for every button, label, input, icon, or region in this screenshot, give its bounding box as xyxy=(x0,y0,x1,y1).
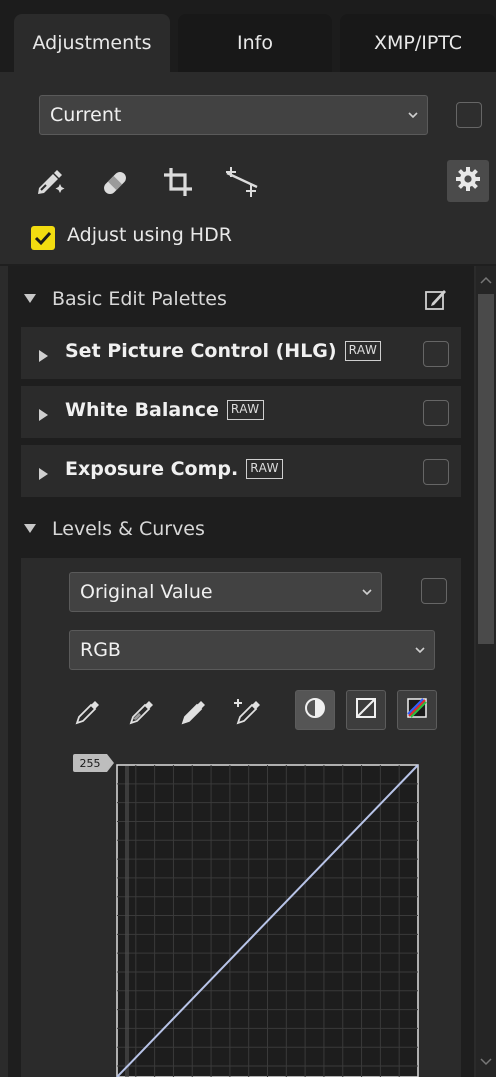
palette-white-balance[interactable]: White Balance RAW xyxy=(21,386,461,438)
palette-checkbox[interactable] xyxy=(423,400,449,426)
triangle-right-icon xyxy=(39,406,49,425)
color-curve-icon xyxy=(405,696,429,724)
contrast-icon xyxy=(303,696,327,724)
triangle-down-icon xyxy=(24,294,38,304)
levels-mode-dropdown[interactable]: Original Value xyxy=(69,572,382,612)
vertical-scrollbar[interactable] xyxy=(476,266,496,1077)
color-curve-view-button[interactable] xyxy=(397,690,437,730)
gear-icon xyxy=(455,166,481,196)
raw-badge: RAW xyxy=(246,459,283,479)
contrast-view-button[interactable] xyxy=(295,690,335,730)
edit-palettes-icon[interactable] xyxy=(424,287,448,316)
triangle-down-icon xyxy=(24,524,38,534)
levels-mode-value: Original Value xyxy=(80,581,213,603)
palette-title: White Balance xyxy=(65,399,219,421)
preset-value: Current xyxy=(50,104,122,126)
palette-title: Exposure Comp. xyxy=(65,458,239,480)
linear-curve-icon xyxy=(354,696,378,724)
black-point-eyedropper-icon[interactable] xyxy=(68,692,108,732)
tab-xmp-iptc[interactable]: XMP/IPTC xyxy=(340,14,496,72)
raw-badge: RAW xyxy=(226,400,264,420)
scroll-up-icon[interactable] xyxy=(479,270,493,289)
hdr-checkbox[interactable] xyxy=(31,226,55,250)
scroll-thumb[interactable] xyxy=(478,294,494,644)
chevron-down-icon xyxy=(400,100,426,130)
raw-badge: RAW xyxy=(344,341,382,361)
palette-set-picture-control[interactable]: Set Picture Control (HLG) RAW xyxy=(21,327,461,379)
add-anchor-eyedropper-icon[interactable] xyxy=(228,692,268,732)
section-basic-edit-palettes[interactable]: Basic Edit Palettes xyxy=(8,274,474,324)
levels-checkbox[interactable] xyxy=(421,578,447,604)
palette-checkbox[interactable] xyxy=(423,459,449,485)
tab-bar: Adjustments Info XMP/IPTC xyxy=(0,0,496,72)
palette-checkbox[interactable] xyxy=(423,341,449,367)
straighten-icon[interactable] xyxy=(222,164,262,200)
palette-title: Set Picture Control (HLG) xyxy=(65,340,337,362)
settings-button[interactable] xyxy=(447,160,489,202)
crop-icon[interactable] xyxy=(160,164,196,200)
hdr-label: Adjust using HDR xyxy=(67,224,232,246)
section-title: Levels & Curves xyxy=(52,518,205,540)
auto-retouch-brush-icon[interactable] xyxy=(32,166,68,200)
max-output-label[interactable]: 255 xyxy=(73,754,107,772)
scroll-down-icon[interactable] xyxy=(479,1052,493,1071)
channel-dropdown[interactable]: RGB xyxy=(69,630,435,670)
triangle-right-icon xyxy=(39,347,49,366)
palette-exposure-comp[interactable]: Exposure Comp. RAW xyxy=(21,445,461,497)
gray-point-eyedropper-icon[interactable] xyxy=(122,692,162,732)
tab-info[interactable]: Info xyxy=(178,14,332,72)
chevron-down-icon xyxy=(354,577,380,607)
palettes-scroll-area: Basic Edit Palettes Set Picture Control … xyxy=(8,266,474,1077)
adjustments-panel: Adjustments Info XMP/IPTC Current Adjust… xyxy=(0,0,496,1077)
chevron-down-icon xyxy=(407,635,433,665)
preset-checkbox[interactable] xyxy=(456,102,482,128)
channel-value: RGB xyxy=(80,639,121,661)
check-icon xyxy=(34,231,52,246)
linear-curve-view-button[interactable] xyxy=(346,690,386,730)
section-title: Basic Edit Palettes xyxy=(52,288,227,310)
bandage-icon[interactable] xyxy=(98,166,132,200)
section-levels-curves[interactable]: Levels & Curves xyxy=(8,504,474,554)
white-point-eyedropper-icon[interactable] xyxy=(174,692,214,732)
triangle-right-icon xyxy=(39,465,49,484)
preset-dropdown[interactable]: Current xyxy=(39,95,428,135)
tab-adjustments[interactable]: Adjustments xyxy=(14,14,170,72)
